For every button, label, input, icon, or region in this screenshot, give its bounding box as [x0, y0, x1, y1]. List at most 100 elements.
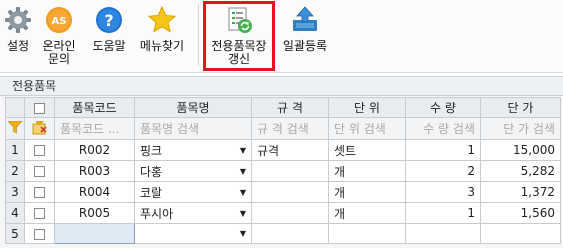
row-number: 4: [5, 202, 25, 224]
row-checkbox[interactable]: [34, 166, 45, 177]
cell-qty[interactable]: 1: [405, 202, 481, 224]
row-checkbox[interactable]: [34, 187, 45, 198]
cell-unit[interactable]: 개: [328, 202, 406, 224]
cell-name-text: 푸시아: [140, 206, 174, 221]
items-grid: 품목코드 품목명 규 격 단 위 수 량 단 가 품목코드 ... 품목명 검색…: [5, 97, 561, 244]
table-row[interactable]: 4 R005 푸시아 ▼ 개 1 1,560: [5, 202, 561, 224]
row-checkbox[interactable]: [34, 208, 45, 219]
filter-clear-cell: [24, 117, 55, 140]
cell-code[interactable]: R002: [54, 139, 135, 161]
filter-row: 품목코드 ... 품목명 검색 규 격 검색 단 위 검색 수 량 검색 단 가…: [5, 117, 561, 140]
cell-code[interactable]: R005: [54, 202, 135, 224]
row-number: 2: [5, 160, 25, 182]
cell-spec[interactable]: 규격: [251, 139, 329, 161]
dropdown-arrow-icon[interactable]: ▼: [240, 229, 246, 238]
cell-name[interactable]: 핑크 ▼: [134, 139, 252, 161]
header-unit[interactable]: 단 위: [328, 97, 406, 118]
row-select-cell: [24, 181, 55, 203]
filter-name[interactable]: 품목명 검색: [134, 117, 252, 140]
new-cell-qty[interactable]: [405, 223, 481, 244]
toolbar: 설정 AS 온라인 문의 ? 도움말 메뉴찾기 전용품목장 갱신 일괄등록: [0, 0, 563, 73]
help-label: 도움말: [92, 39, 126, 53]
upload-tray-icon: [291, 6, 319, 34]
dropdown-arrow-icon[interactable]: ▼: [240, 146, 246, 155]
toolbar-separator: [198, 4, 199, 66]
cell-name[interactable]: 코랄 ▼: [134, 181, 252, 203]
grid-header-row: 품목코드 품목명 규 격 단 위 수 량 단 가: [5, 97, 561, 118]
inquiry-label-line2: 문의: [47, 52, 71, 66]
help-icon: ?: [95, 6, 123, 34]
cell-unit[interactable]: 개: [328, 181, 406, 203]
new-cell-unit[interactable]: [328, 223, 406, 244]
cell-price[interactable]: 15,000: [480, 139, 561, 161]
select-all-header: [24, 97, 55, 118]
new-cell-name[interactable]: ▼: [134, 223, 252, 244]
filter-unit[interactable]: 단 위 검색: [328, 117, 406, 140]
filter-funnel-cell: [5, 117, 25, 140]
clear-filter-icon[interactable]: [32, 120, 48, 135]
dropdown-arrow-icon[interactable]: ▼: [240, 209, 246, 218]
new-row[interactable]: 5 ▼: [5, 223, 561, 244]
bulk-register-label: 일괄등록: [282, 39, 328, 53]
header-price[interactable]: 단 가: [480, 97, 561, 118]
table-row[interactable]: 1 R002 핑크 ▼ 규격 셋트 1 15,000: [5, 139, 561, 161]
cell-qty[interactable]: 2: [405, 160, 481, 182]
cell-spec[interactable]: [251, 181, 329, 203]
table-row[interactable]: 3 R004 코랄 ▼ 개 3 1,372: [5, 181, 561, 203]
row-select-cell: [24, 202, 55, 224]
settings-label: 설정: [6, 39, 30, 53]
table-row[interactable]: 2 R003 다홍 ▼ 개 2 5,282: [5, 160, 561, 182]
filter-qty[interactable]: 수 량 검색: [405, 117, 481, 140]
as-badge-icon: AS: [45, 6, 73, 34]
menu-search-label: 메뉴찾기: [139, 39, 185, 53]
menu-search-button[interactable]: 메뉴찾기: [136, 0, 188, 70]
row-number: 5: [5, 223, 25, 244]
cell-qty[interactable]: 1: [405, 139, 481, 161]
header-qty[interactable]: 수 량: [405, 97, 481, 118]
cell-name-text: 핑크: [140, 143, 163, 158]
row-select-cell: [24, 223, 55, 244]
cell-price[interactable]: 5,282: [480, 160, 561, 182]
filter-spec[interactable]: 규 격 검색: [251, 117, 329, 140]
inquiry-badge-text: AS: [52, 16, 67, 27]
row-select-cell: [24, 139, 55, 161]
bulk-register-button[interactable]: 일괄등록: [280, 0, 330, 70]
cell-price[interactable]: 1,372: [480, 181, 561, 203]
cell-unit[interactable]: 셋트: [328, 139, 406, 161]
header-spec[interactable]: 규 격: [251, 97, 329, 118]
help-button[interactable]: ? 도움말: [86, 0, 132, 70]
cell-code[interactable]: R003: [54, 160, 135, 182]
row-number: 3: [5, 181, 25, 203]
online-inquiry-button[interactable]: AS 온라인 문의: [36, 0, 82, 70]
cell-name[interactable]: 푸시아 ▼: [134, 202, 252, 224]
row-number: 1: [5, 139, 25, 161]
row-checkbox[interactable]: [34, 228, 45, 240]
svg-text:?: ?: [104, 11, 113, 30]
header-code[interactable]: 품목코드: [54, 97, 135, 118]
settings-button[interactable]: 설정: [2, 0, 34, 70]
gear-icon: [4, 6, 32, 34]
new-cell-code[interactable]: [54, 223, 135, 244]
cell-name[interactable]: 다홍 ▼: [134, 160, 252, 182]
row-checkbox[interactable]: [34, 145, 45, 156]
cell-name-text: 코랄: [140, 185, 163, 200]
cell-unit[interactable]: 개: [328, 160, 406, 182]
filter-code[interactable]: 품목코드 ...: [54, 117, 135, 140]
cell-spec[interactable]: [251, 202, 329, 224]
star-icon: [147, 5, 177, 34]
filter-price[interactable]: 단 가 검색: [480, 117, 561, 140]
dropdown-arrow-icon[interactable]: ▼: [240, 188, 246, 197]
cell-price[interactable]: 1,560: [480, 202, 561, 224]
cell-qty[interactable]: 3: [405, 181, 481, 203]
new-cell-price[interactable]: [480, 223, 561, 244]
cell-name-text: 다홍: [140, 164, 163, 179]
highlight-box: [203, 1, 275, 71]
filter-icon[interactable]: [7, 120, 23, 134]
row-select-cell: [24, 160, 55, 182]
cell-spec[interactable]: [251, 160, 329, 182]
new-cell-spec[interactable]: [251, 223, 329, 244]
dropdown-arrow-icon[interactable]: ▼: [240, 167, 246, 176]
header-name[interactable]: 품목명: [134, 97, 252, 118]
select-all-checkbox[interactable]: [34, 102, 45, 114]
cell-code[interactable]: R004: [54, 181, 135, 203]
